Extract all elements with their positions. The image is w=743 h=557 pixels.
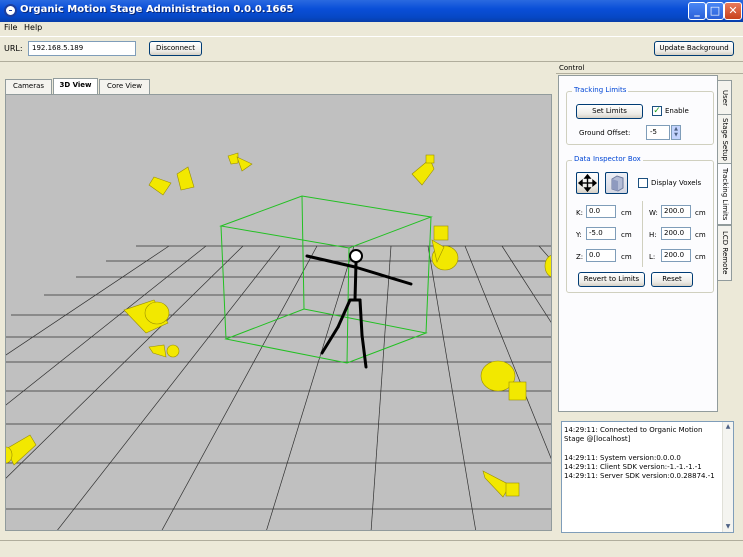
revert-to-limits-button[interactable]: Revert to Limits [578, 272, 645, 287]
z-input[interactable]: 0.0 [586, 249, 616, 262]
enable-checkbox[interactable]: ✓ [652, 106, 662, 116]
data-inspector-group: Data Inspector Box Display Voxels K: 0.0… [566, 155, 714, 293]
l-input[interactable]: 200.0 [661, 249, 691, 262]
w-input[interactable]: 200.0 [661, 205, 691, 218]
k-label: K: [576, 209, 583, 217]
app-icon [4, 4, 17, 17]
camera-icon [123, 299, 170, 334]
log-line: Stage @[localhost] [564, 435, 631, 443]
field-divider [642, 201, 643, 267]
log-line: 14:29:11: System version:0.0.0.0 [564, 454, 681, 462]
camera-icon [431, 225, 459, 271]
url-label: URL: [4, 44, 23, 53]
l-label: L: [649, 253, 656, 261]
close-button[interactable]: ✕ [724, 2, 742, 20]
floor-grid [6, 245, 551, 530]
status-bar [0, 540, 743, 557]
camera-icon [148, 344, 180, 358]
ground-offset-input[interactable]: -5 [646, 125, 670, 140]
log-line: 14:29:11: Connected to Organic Motion [564, 426, 703, 434]
z-label: Z: [576, 253, 584, 261]
display-voxels-label: Display Voxels [651, 179, 702, 187]
reset-button[interactable]: Reset [651, 272, 693, 287]
menu-bar: File Help [0, 22, 743, 36]
scroll-down-icon[interactable]: ▼ [723, 522, 733, 532]
window-title: Organic Motion Stage Administration 0.0.… [20, 4, 294, 15]
tab-cameras[interactable]: Cameras [5, 79, 52, 94]
tab-lcd-remote[interactable]: LCD Remote [717, 225, 732, 281]
3d-viewport[interactable] [5, 94, 552, 531]
camera-icon [411, 154, 435, 186]
camera-icon [148, 166, 195, 196]
menu-help[interactable]: Help [24, 23, 42, 32]
display-voxels-checkbox[interactable] [638, 178, 648, 188]
menu-file[interactable]: File [4, 23, 17, 32]
h-label: H: [649, 231, 657, 239]
z-unit: cm [621, 253, 632, 261]
tab-core-view[interactable]: Core View [99, 79, 150, 94]
tab-tracking-limits[interactable]: Tracking Limits [716, 163, 732, 225]
ground-offset-label: Ground Offset: [579, 129, 631, 137]
tracked-skeleton [305, 249, 413, 369]
log-scrollbar[interactable]: ▲ ▼ [722, 422, 733, 532]
camera-icon [227, 152, 253, 172]
scroll-up-icon[interactable]: ▲ [723, 422, 733, 432]
y-input[interactable]: -5.0 [586, 227, 616, 240]
data-inspector-title: Data Inspector Box [572, 155, 643, 163]
spin-down-icon[interactable]: ▼ [672, 132, 680, 138]
connection-toolbar: URL: 192.168.5.189 Disconnect Update Bac… [0, 36, 743, 62]
cube-icon [611, 175, 624, 192]
update-background-button[interactable]: Update Background [654, 41, 734, 56]
url-input[interactable]: 192.168.5.189 [28, 41, 136, 56]
l-unit: cm [695, 253, 706, 261]
camera-icon [6, 434, 37, 466]
tracking-limits-panel: Tracking Limits Set Limits ✓ Enable Grou… [558, 75, 718, 412]
log-line: 14:29:11: Client SDK version:-1.-1.-1.-1 [564, 463, 702, 471]
tab-3d-view[interactable]: 3D View [53, 78, 98, 94]
log-line: 14:29:11: Server SDK version:0.0.28874.-… [564, 472, 715, 480]
tab-stage-setup[interactable]: Stage Setup [717, 114, 732, 164]
move-tool-button[interactable] [576, 172, 599, 194]
y-label: Y: [576, 231, 582, 239]
control-title: Control [559, 64, 585, 72]
3d-scene [6, 152, 551, 530]
log-output[interactable]: 14:29:11: Connected to Organic Motion St… [561, 421, 734, 533]
title-bar: Organic Motion Stage Administration 0.0.… [0, 0, 743, 22]
enable-label: Enable [665, 107, 689, 115]
move-arrows-icon [577, 173, 598, 193]
tab-user[interactable]: User [717, 80, 732, 116]
camera-icon [544, 255, 551, 277]
h-unit: cm [695, 231, 706, 239]
w-unit: cm [695, 209, 706, 217]
k-unit: cm [621, 209, 632, 217]
box-tool-button[interactable] [605, 172, 628, 194]
camera-icon [482, 470, 520, 498]
maximize-button[interactable]: □ [706, 2, 724, 20]
control-header: Control [556, 64, 743, 74]
w-label: W: [649, 209, 658, 217]
y-unit: cm [621, 231, 632, 239]
disconnect-button[interactable]: Disconnect [149, 41, 202, 56]
tracking-limits-group: Tracking Limits Set Limits ✓ Enable Grou… [566, 86, 714, 145]
minimize-button[interactable]: _ [688, 2, 706, 20]
k-input[interactable]: 0.0 [586, 205, 616, 218]
tracking-limits-title: Tracking Limits [572, 86, 629, 94]
h-input[interactable]: 200.0 [661, 227, 691, 240]
ground-offset-spinner[interactable]: ▲ ▼ [671, 125, 681, 140]
set-limits-button[interactable]: Set Limits [576, 104, 643, 119]
